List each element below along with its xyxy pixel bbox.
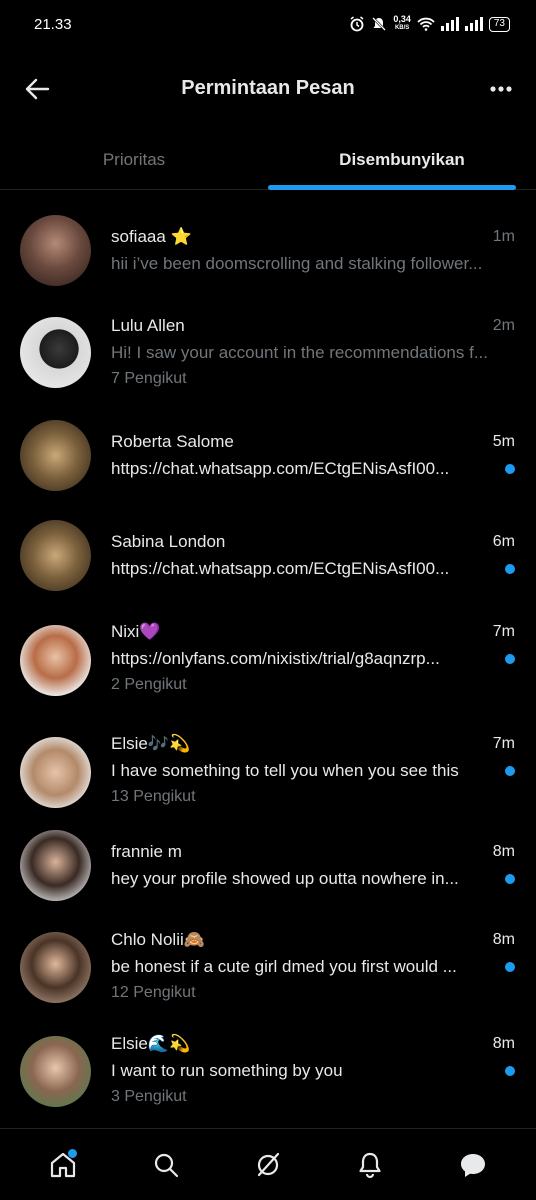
sender-name: sofiaaa ⭐ <box>111 227 192 246</box>
sender-name: frannie m <box>111 842 182 861</box>
status-time: 21.33 <box>34 15 72 33</box>
message-time: 8m <box>492 843 515 860</box>
battery-indicator: 73 <box>488 16 510 32</box>
conversation-row[interactable]: Nixi💜 7m https://onlyfans.com/nixistix/t… <box>0 608 536 718</box>
message-preview: https://chat.whatsapp.com/ECtgENisAsfI00… <box>111 459 450 478</box>
more-horizontal-icon[interactable] <box>488 76 514 102</box>
unread-dot <box>505 962 515 972</box>
message-time: 1m <box>492 228 515 245</box>
follower-count: 7 Pengikut <box>111 370 187 387</box>
arrow-left-icon[interactable] <box>24 76 50 102</box>
wifi-icon <box>417 17 435 31</box>
message-time: 5m <box>492 433 515 450</box>
avatar <box>20 625 91 696</box>
message-preview: I want to run something by you <box>111 1061 343 1080</box>
alarm-icon <box>350 16 364 32</box>
sender-name: Nixi💜 <box>111 622 161 641</box>
sender-name: Roberta Salome <box>111 432 234 451</box>
conversation-row[interactable]: Chlo Nolii🙈 8m be honest if a cute girl … <box>0 922 536 1026</box>
mute-icon <box>372 17 387 31</box>
message-time: 8m <box>492 1035 515 1052</box>
message-preview: be honest if a cute girl dmed you first … <box>111 957 457 976</box>
follower-count: 3 Pengikut <box>111 1088 187 1105</box>
message-preview: https://chat.whatsapp.com/ECtgENisAsfI00… <box>111 559 450 578</box>
sender-name: Elsie🌊💫 <box>111 1034 191 1053</box>
message-preview: https://onlyfans.com/nixistix/trial/g8aq… <box>111 649 440 668</box>
unread-dot <box>505 564 515 574</box>
unread-dot <box>505 874 515 884</box>
status-bar: 21.33 0,34 KB/S 73 <box>0 0 536 48</box>
message-preview: hey your profile showed up outta nowhere… <box>111 869 459 888</box>
tab-prioritas[interactable]: Prioritas <box>0 130 268 189</box>
tab-bar: Prioritas Disembunyikan <box>0 130 536 190</box>
avatar <box>20 830 91 901</box>
avatar <box>20 932 91 1003</box>
grok-icon <box>257 1152 280 1176</box>
signal-icon <box>440 17 459 31</box>
conversation-row[interactable]: Sabina London 6m https://chat.whatsapp.c… <box>0 508 536 608</box>
message-preview: hii i’ve been doomscrolling and stalking… <box>111 254 483 273</box>
unread-dot <box>505 766 515 776</box>
unread-dot <box>505 464 515 474</box>
nav-messages[interactable] <box>453 1145 493 1185</box>
conversation-row[interactable]: Elsie🎶💫 7m I have something to tell you … <box>0 718 536 824</box>
avatar <box>20 737 91 808</box>
message-preview: Hi! I saw your account in the recommenda… <box>111 343 489 362</box>
messages-icon <box>460 1153 485 1177</box>
avatar <box>20 1036 91 1107</box>
tab-disembunyikan[interactable]: Disembunyikan <box>268 130 536 190</box>
sender-name: Sabina London <box>111 532 226 551</box>
unread-dot <box>505 1066 515 1076</box>
sender-name: Lulu Allen <box>111 316 185 335</box>
avatar <box>20 317 91 388</box>
sender-name: Chlo Nolii🙈 <box>111 930 205 949</box>
message-time: 6m <box>492 533 515 550</box>
avatar <box>20 215 91 286</box>
conversation-row[interactable]: Roberta Salome 5m https://chat.whatsapp.… <box>0 408 536 508</box>
sender-name: Elsie🎶💫 <box>111 734 191 753</box>
signal-icon-2 <box>464 17 483 31</box>
follower-count: 2 Pengikut <box>111 676 187 693</box>
avatar <box>20 520 91 591</box>
message-time: 8m <box>492 931 515 948</box>
nav-search[interactable] <box>146 1145 186 1185</box>
search-icon <box>154 1153 178 1177</box>
bottom-navigation <box>0 1128 536 1200</box>
conversation-row[interactable]: Lulu Allen 2m Hi! I saw your account in … <box>0 298 536 408</box>
message-time: 7m <box>492 735 515 752</box>
conversation-row[interactable]: Elsie🌊💫 8m I want to run something by yo… <box>0 1026 536 1122</box>
nav-home[interactable] <box>43 1145 83 1185</box>
conversation-row[interactable]: sofiaaa ⭐ 1m hii i’ve been doomscrolling… <box>0 190 536 298</box>
follower-count: 12 Pengikut <box>111 984 196 1001</box>
nav-grok[interactable] <box>248 1145 288 1185</box>
conversation-row[interactable]: frannie m 8m hey your profile showed up … <box>0 824 536 922</box>
unread-dot <box>505 654 515 664</box>
page-title: Permintaan Pesan <box>181 76 355 99</box>
avatar <box>20 420 91 491</box>
net-speed: 0,34 KB/S <box>393 14 411 32</box>
nav-notifications[interactable] <box>350 1145 390 1185</box>
header: Permintaan Pesan <box>0 60 536 116</box>
message-time: 2m <box>492 317 515 334</box>
message-time: 7m <box>492 623 515 640</box>
bell-icon <box>359 1152 381 1178</box>
notification-dot <box>68 1148 78 1158</box>
follower-count: 13 Pengikut <box>111 788 196 805</box>
message-preview: I have something to tell you when you se… <box>111 761 459 780</box>
status-icons: 0,34 KB/S 73 <box>349 15 510 33</box>
